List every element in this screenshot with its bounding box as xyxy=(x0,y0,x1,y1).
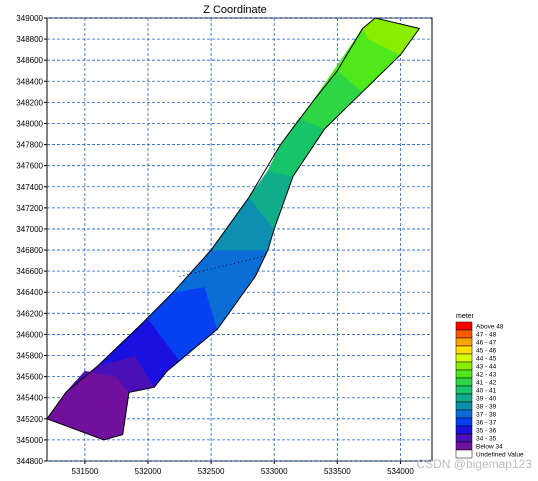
x-tick-label: 531500 xyxy=(72,467,99,476)
legend-label: 36 - 37 xyxy=(476,420,497,427)
legend-label: 35 - 36 xyxy=(476,428,497,435)
y-tick-label: 347400 xyxy=(16,183,43,192)
legend-label: 42 - 43 xyxy=(476,372,497,379)
legend-label: 41 - 42 xyxy=(476,380,497,387)
legend: meterAbove 4847 - 4846 - 4745 - 4644 - 4… xyxy=(455,313,524,459)
legend-swatch xyxy=(455,425,473,435)
legend-label: 45 - 46 xyxy=(476,348,497,355)
y-tick-label: 347200 xyxy=(16,204,43,213)
legend-swatch xyxy=(455,377,473,387)
y-tick-label: 346600 xyxy=(16,267,43,276)
x-tick-label: 532500 xyxy=(198,467,225,476)
legend-swatch xyxy=(455,361,473,371)
y-tick-label: 347800 xyxy=(16,141,43,150)
legend-swatch xyxy=(455,441,473,451)
y-tick-label: 345600 xyxy=(16,373,43,382)
legend-swatch xyxy=(455,353,473,363)
legend-swatch xyxy=(455,329,473,339)
contour-chart: Z Coordinate 531500 532000 532500 533000 533… xyxy=(16,4,524,476)
y-tick-label: 345200 xyxy=(16,415,43,424)
legend-label: 38 - 39 xyxy=(476,404,497,411)
legend-label: 39 - 40 xyxy=(476,396,497,403)
legend-swatch xyxy=(455,321,473,331)
legend-label: 44 - 45 xyxy=(476,356,497,363)
legend-swatch xyxy=(455,385,473,395)
legend-swatch xyxy=(455,417,473,427)
legend-label: 40 - 41 xyxy=(476,388,497,395)
x-tick-label: 532000 xyxy=(135,467,162,476)
x-axis-ticks: 531500 532000 532500 533000 533500 534000 xyxy=(72,461,414,476)
y-tick-label: 345400 xyxy=(16,394,43,403)
legend-label: Above 48 xyxy=(476,324,504,331)
y-tick-label: 348600 xyxy=(16,56,43,65)
x-tick-label: 534000 xyxy=(387,467,414,476)
legend-swatch xyxy=(455,409,473,419)
y-tick-label: 348000 xyxy=(16,119,43,128)
chart-title: Z Coordinate xyxy=(203,4,267,16)
y-tick-label: 345000 xyxy=(16,436,43,445)
legend-swatch xyxy=(455,337,473,347)
legend-swatch xyxy=(455,433,473,443)
legend-label: 34 - 35 xyxy=(476,436,497,443)
y-axis-ticks: 344800 345000 345200 345400 345600 345800 3460… xyxy=(16,14,47,466)
legend-label: 47 - 48 xyxy=(476,332,497,339)
y-tick-label: 346800 xyxy=(16,246,43,255)
y-tick-label: 344800 xyxy=(16,457,43,466)
x-tick-label: 533000 xyxy=(261,467,288,476)
y-tick-label: 347600 xyxy=(16,162,43,171)
y-tick-label: 348400 xyxy=(16,77,43,86)
legend-title: meter xyxy=(456,313,475,320)
y-tick-label: 348200 xyxy=(16,98,43,107)
legend-swatch xyxy=(455,369,473,379)
legend-swatch xyxy=(455,345,473,355)
y-tick-label: 349000 xyxy=(16,14,43,23)
y-tick-label: 345800 xyxy=(16,352,43,361)
legend-label: 37 - 38 xyxy=(476,412,497,419)
legend-swatch xyxy=(455,401,473,411)
y-tick-label: 347000 xyxy=(16,225,43,234)
y-tick-label: 346000 xyxy=(16,330,43,339)
legend-label: 43 - 44 xyxy=(476,364,497,371)
x-tick-label: 533500 xyxy=(324,467,351,476)
y-tick-label: 346400 xyxy=(16,288,43,297)
y-tick-label: 348800 xyxy=(16,35,43,44)
legend-label: Below 34 xyxy=(476,444,503,451)
watermark-text: CSDN @bigemap123 xyxy=(416,457,532,471)
legend-label: 46 - 47 xyxy=(476,340,497,347)
y-tick-label: 346200 xyxy=(16,309,43,318)
legend-swatch xyxy=(455,393,473,403)
